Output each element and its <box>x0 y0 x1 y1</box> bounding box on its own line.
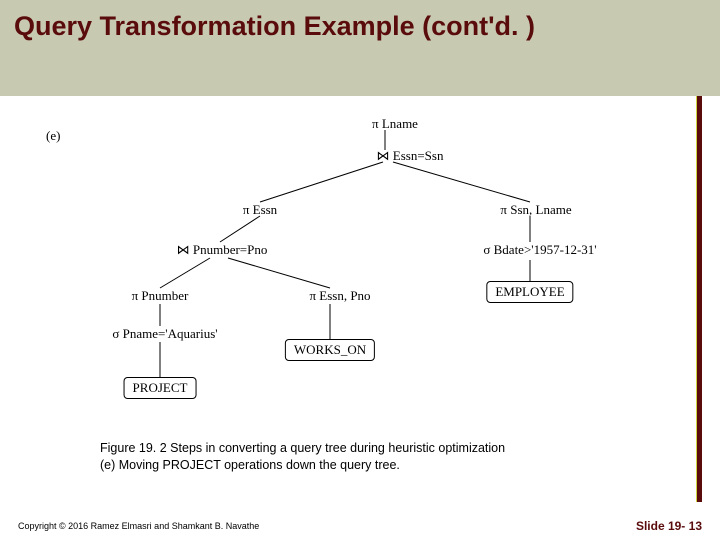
figure-caption: Figure 19. 2 Steps in converting a query… <box>100 440 620 474</box>
node-join-essn-ssn: ⋈ Essn=Ssn <box>377 148 444 164</box>
node-select-pname: σ Pname='Aquarius' <box>112 326 217 342</box>
node-project-ssn-lname: π Ssn, Lname <box>500 202 571 218</box>
footer: Copyright © 2016 Ramez Elmasri and Shamk… <box>0 512 720 540</box>
title-bar: Query Transformation Example (cont'd. ) <box>0 0 720 96</box>
node-join-pnumber-pno: ⋈ Pnumber=Pno <box>177 242 268 258</box>
node-project-lname: π Lname <box>372 116 418 132</box>
query-tree-diagram: (e) π Lname ⋈ Essn=Ssn π Essn π Ssn, Lna… <box>60 110 660 420</box>
page-title: Query Transformation Example (cont'd. ) <box>14 10 706 44</box>
node-works-on: WORKS_ON <box>285 339 375 361</box>
tree-edges <box>60 110 660 420</box>
node-project-essn: π Essn <box>243 202 277 218</box>
accent-rule <box>696 96 702 502</box>
node-project-essn-pno: π Essn, Pno <box>309 288 370 304</box>
node-project-relation: PROJECT <box>124 377 197 399</box>
node-employee: EMPLOYEE <box>486 281 573 303</box>
caption-line-1: Figure 19. 2 Steps in converting a query… <box>100 440 620 457</box>
copyright-text: Copyright © 2016 Ramez Elmasri and Shamk… <box>18 521 259 531</box>
slide-number: Slide 19- 13 <box>636 519 702 533</box>
node-project-pnumber: π Pnumber <box>132 288 189 304</box>
caption-line-2: (e) Moving PROJECT operations down the q… <box>100 457 620 474</box>
node-select-bdate: σ Bdate>'1957-12-31' <box>483 242 596 258</box>
subfigure-label: (e) <box>46 128 60 144</box>
